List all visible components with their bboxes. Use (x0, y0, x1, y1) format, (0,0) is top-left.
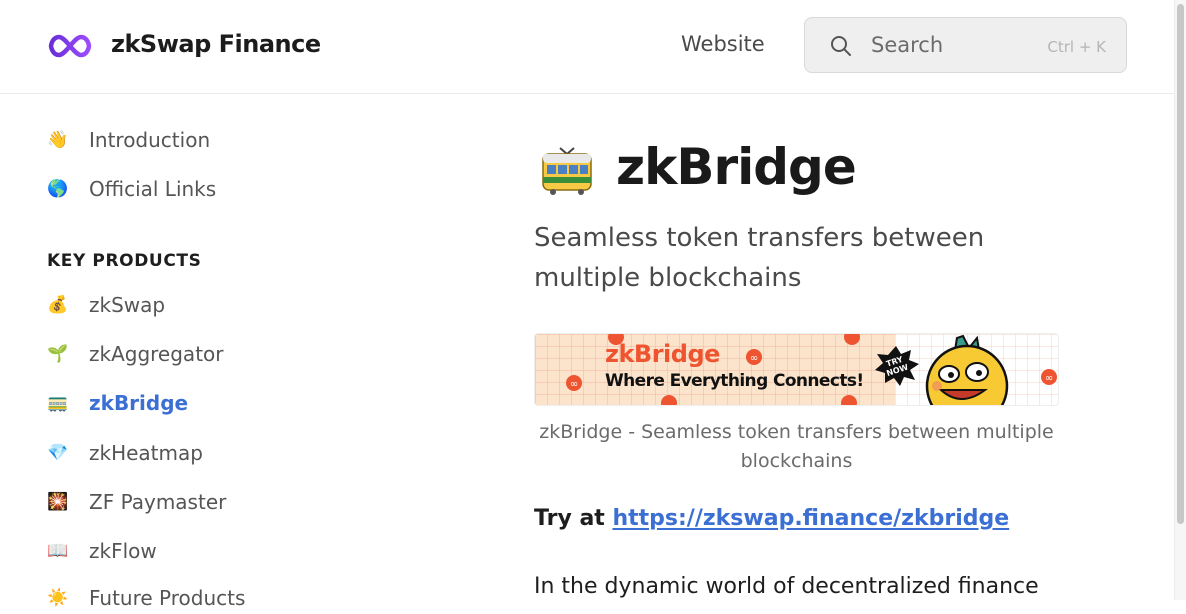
top-header: zkSwap Finance Website Search Ctrl + K (0, 0, 1174, 94)
search-button[interactable]: Search Ctrl + K (804, 17, 1127, 73)
sidebar-item-label: zkBridge (89, 391, 189, 415)
sidebar-item-zkheatmap[interactable]: 💎 zkHeatmap (47, 437, 287, 469)
coin-icon (844, 334, 860, 345)
svg-text:∞: ∞ (1045, 373, 1053, 384)
banner-brand-text: zkBridge (605, 340, 720, 368)
search-shortcut-hint: Ctrl + K (1047, 38, 1106, 56)
site-title[interactable]: zkSwap Finance (111, 30, 321, 58)
svg-text:∞: ∞ (750, 353, 758, 364)
sidebar-item-introduction[interactable]: 👋 Introduction (47, 124, 287, 156)
sidebar-item-zkflow[interactable]: 📖 zkFlow (47, 535, 287, 567)
sidebar-item-zkbridge[interactable]: 🚃 zkBridge (47, 387, 287, 419)
try-at-label: Try at (534, 506, 613, 531)
coin-icon: ∞ (566, 375, 582, 391)
page-subtitle: Seamless token transfers between multipl… (534, 223, 985, 293)
tram-car-icon: 🚃 (47, 392, 69, 413)
sidebar-item-future-products[interactable]: ☀️ Future Products (47, 582, 287, 614)
sun-icon: ☀️ (47, 587, 69, 608)
website-link[interactable]: Website (681, 32, 765, 56)
zkbridge-banner-image: ∞ ∞ ∞ zkBridge Where Everything Connects… (534, 333, 1059, 406)
coin-icon: ∞ (746, 349, 762, 365)
globe-icon: 🌎 (47, 178, 69, 199)
sidebar-item-label: zkAggregator (89, 342, 224, 366)
gem-icon: 💎 (47, 442, 69, 463)
sidebar-item-label: Introduction (89, 128, 211, 152)
try-at-line: Try at https://zkswap.finance/zkbridge (534, 506, 1009, 531)
intro-paragraph: In the dynamic world of decentralized fi… (534, 574, 1039, 599)
page-title: zkBridge (616, 138, 857, 196)
money-bag-icon: 💰 (47, 294, 69, 315)
sidebar-item-zkswap[interactable]: 💰 zkSwap (47, 289, 287, 321)
svg-text:∞: ∞ (570, 379, 578, 390)
sidebar-item-label: zkFlow (89, 539, 157, 563)
sidebar-item-zf-paymaster[interactable]: 🎇 ZF Paymaster (47, 486, 287, 518)
search-label: Search (871, 33, 944, 57)
sidebar-item-label: zkSwap (89, 293, 166, 317)
sidebar-item-official-links[interactable]: 🌎 Official Links (47, 173, 287, 205)
page-scrollbar[interactable] (1174, 0, 1186, 600)
tram-car-icon (542, 147, 592, 195)
sidebar-item-zkaggregator[interactable]: 🌱 zkAggregator (47, 338, 287, 370)
seedling-icon: 🌱 (47, 343, 69, 364)
zkswap-logo-icon[interactable] (48, 33, 92, 59)
sidebar-item-label: Official Links (89, 177, 217, 201)
search-icon (831, 36, 851, 56)
sidebar-item-label: Future Products (89, 586, 246, 610)
waving-hand-icon: 👋 (47, 129, 69, 150)
banner-caption: zkBridge - Seamless token transfers betw… (539, 421, 1054, 472)
open-book-icon: 📖 (47, 540, 69, 561)
sidebar-section-title: KEY PRODUCTS (47, 251, 202, 271)
sparkler-icon: 🎇 (47, 491, 69, 512)
coin-icon (841, 395, 857, 405)
coin-icon: ∞ (1041, 369, 1057, 385)
sidebar-item-label: ZF Paymaster (89, 490, 227, 514)
banner-tagline: Where Everything Connects! (605, 371, 864, 391)
coin-icon (661, 395, 677, 405)
sidebar-item-label: zkHeatmap (89, 441, 203, 465)
zkbridge-link[interactable]: https://zkswap.finance/zkbridge (612, 506, 1009, 531)
sidebar-nav: 👋 Introduction 🌎 Official Links KEY PROD… (0, 94, 300, 610)
try-now-badge-icon: TRY NOW (875, 346, 919, 386)
mascot-icon (925, 334, 1009, 405)
scrollbar-thumb[interactable] (1177, 4, 1184, 524)
